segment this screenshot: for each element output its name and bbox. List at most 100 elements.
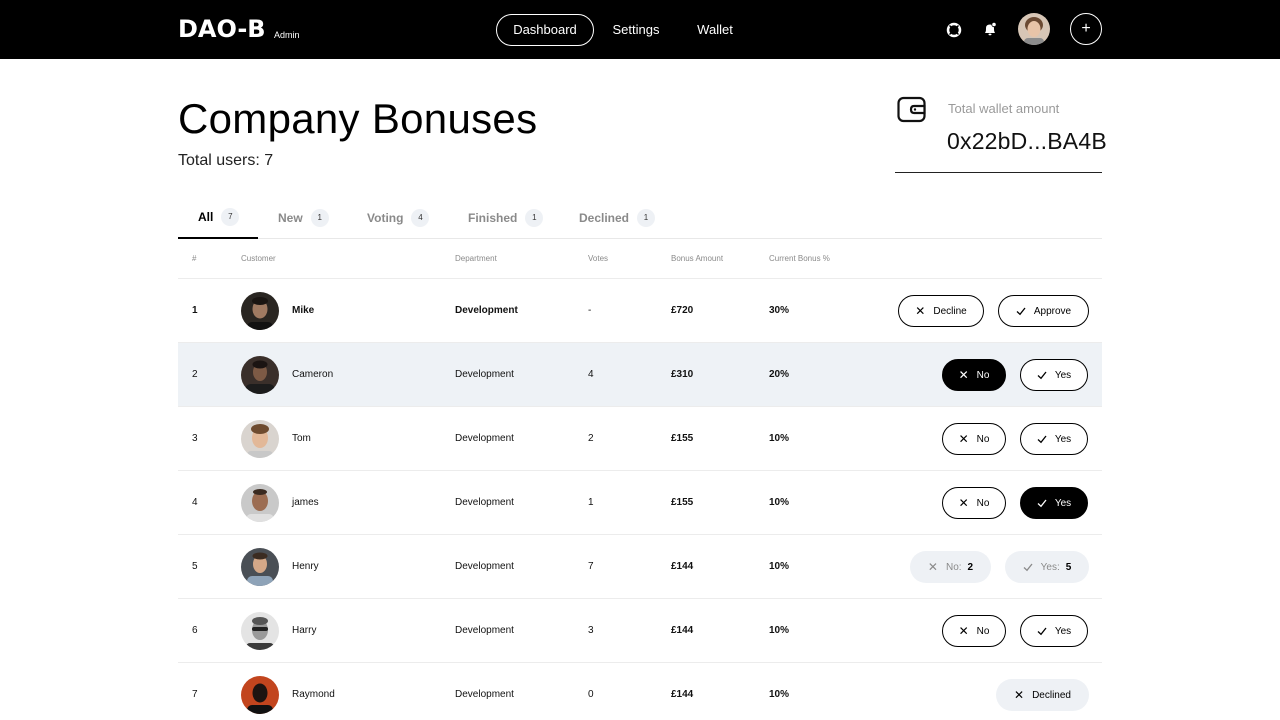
votes: 2 xyxy=(588,433,594,444)
total-users: Total users: 7 xyxy=(178,152,274,169)
bonus-amount: £155 xyxy=(671,433,694,444)
table-row[interactable]: 1 Mike Development - £720 30% ✕ Decline A… xyxy=(178,279,1102,343)
bonus-percent: 10% xyxy=(769,497,790,508)
close-icon: ✕ xyxy=(958,496,969,510)
button-label: No xyxy=(976,369,990,381)
button-label: Yes xyxy=(1054,369,1072,381)
customer-avatar xyxy=(241,420,279,458)
check-icon xyxy=(1037,499,1047,508)
button-label: Yes xyxy=(1054,625,1072,637)
close-icon: ✕ xyxy=(958,432,969,446)
approve-button[interactable]: Approve xyxy=(998,295,1089,327)
tab-label: All xyxy=(198,209,214,224)
department: Development xyxy=(455,561,514,572)
status-label: Declined xyxy=(1032,689,1071,701)
customer-avatar xyxy=(241,292,279,330)
button-label: Yes: xyxy=(1040,561,1060,573)
no-votes-count: ✕ No: 2 xyxy=(910,551,991,583)
table-row[interactable]: 2 Cameron Development 4 £310 20% ✕ No Yes xyxy=(178,343,1102,407)
customer-name: Harry xyxy=(292,625,317,636)
vote-no-button[interactable]: ✕ No xyxy=(942,359,1006,391)
wallet-divider xyxy=(895,172,1102,173)
votes: 4 xyxy=(588,369,594,380)
button-label: Yes xyxy=(1054,497,1072,509)
tab-finished[interactable]: Finished 1 xyxy=(448,196,559,239)
bonus-percent: 10% xyxy=(769,689,790,700)
tab-count-badge: 7 xyxy=(221,207,240,226)
button-label: No xyxy=(976,497,990,509)
nav-dashboard[interactable]: Dashboard xyxy=(496,14,594,46)
yes-votes-count: Yes: 5 xyxy=(1005,551,1089,583)
row-number: 5 xyxy=(192,561,198,572)
wallet-icon xyxy=(897,96,927,124)
tab-label: Finished xyxy=(468,210,518,225)
vote-count: 5 xyxy=(1065,561,1072,573)
bonus-percent: 20% xyxy=(769,369,790,380)
vote-yes-button[interactable]: Yes xyxy=(1020,615,1088,647)
customer-name: Tom xyxy=(292,433,311,444)
vote-yes-button[interactable]: Yes xyxy=(1020,487,1088,519)
close-icon: ✕ xyxy=(915,304,926,318)
row-number: 6 xyxy=(192,625,198,636)
tab-count-badge: 1 xyxy=(637,208,656,227)
column-header-customer: Customer xyxy=(241,254,276,263)
wallet-address[interactable]: 0x22bD...BA4B xyxy=(947,127,1107,155)
check-icon xyxy=(1037,627,1047,636)
close-icon: ✕ xyxy=(927,560,938,574)
customer-name: Cameron xyxy=(292,369,334,380)
table-row[interactable]: 3 Tom Development 2 £155 10% ✕ No Yes xyxy=(178,407,1102,471)
row-number: 3 xyxy=(192,433,198,444)
top-bar: DAO-B Admin Dashboard Settings Wallet + xyxy=(0,0,1280,59)
bonus-percent: 10% xyxy=(769,561,790,572)
notification-bell-icon[interactable] xyxy=(980,19,1000,39)
vote-yes-button[interactable]: Yes xyxy=(1020,359,1088,391)
declined-status: ✕ Declined xyxy=(996,679,1089,711)
customer-name: Raymond xyxy=(292,689,335,700)
table-row[interactable]: 5 Henry Development 7 £144 10% ✕ No: 2 Yes… xyxy=(178,535,1102,599)
logo[interactable]: DAO-B xyxy=(178,16,266,42)
bonus-percent: 10% xyxy=(769,433,790,444)
row-number: 7 xyxy=(192,689,198,700)
vote-no-button[interactable]: ✕ No xyxy=(942,615,1006,647)
nav-wallet[interactable]: Wallet xyxy=(688,14,742,46)
bonus-percent: 30% xyxy=(769,305,790,316)
vote-no-button[interactable]: ✕ No xyxy=(942,487,1006,519)
lifebuoy-icon[interactable] xyxy=(944,20,964,40)
customer-name: Henry xyxy=(292,561,319,572)
tab-count-badge: 4 xyxy=(411,208,430,227)
tab-declined[interactable]: Declined 1 xyxy=(559,196,669,239)
votes: 3 xyxy=(588,625,594,636)
add-button[interactable]: + xyxy=(1070,13,1102,45)
check-icon xyxy=(1037,435,1047,444)
check-icon xyxy=(1037,371,1047,380)
check-icon xyxy=(1023,563,1033,572)
button-label: Decline xyxy=(933,305,967,317)
filter-tabs: All 7 New 1 Voting 4 Finished 1 Declined… xyxy=(178,196,1102,239)
votes: 0 xyxy=(588,689,594,700)
table-row[interactable]: 6 Harry Development 3 £144 10% ✕ No Yes xyxy=(178,599,1102,663)
vote-no-button[interactable]: ✕ No xyxy=(942,423,1006,455)
tab-voting[interactable]: Voting 4 xyxy=(347,196,448,239)
tab-label: Declined xyxy=(579,210,630,225)
customer-avatar xyxy=(241,548,279,586)
table-row[interactable]: 7 Raymond Development 0 £144 10% ✕ Declin… xyxy=(178,663,1102,720)
tab-count-badge: 1 xyxy=(310,208,329,227)
vote-yes-button[interactable]: Yes xyxy=(1020,423,1088,455)
bonus-amount: £310 xyxy=(671,369,694,380)
tab-label: Voting xyxy=(367,210,404,225)
decline-button[interactable]: ✕ Decline xyxy=(898,295,984,327)
table-row[interactable]: 4 james Development 1 £155 10% ✕ No Yes xyxy=(178,471,1102,535)
row-number: 4 xyxy=(192,497,198,508)
column-header-number: # xyxy=(192,254,197,263)
tab-all[interactable]: All 7 xyxy=(178,196,258,239)
customer-name: james xyxy=(292,497,319,508)
nav-settings[interactable]: Settings xyxy=(604,14,668,46)
department: Development xyxy=(455,497,514,508)
customer-avatar xyxy=(241,356,279,394)
vote-count: 2 xyxy=(967,561,974,573)
logo-subtitle: Admin xyxy=(274,30,300,40)
user-avatar[interactable] xyxy=(1018,13,1050,45)
row-number: 2 xyxy=(192,369,198,380)
department: Development xyxy=(455,625,514,636)
tab-new[interactable]: New 1 xyxy=(258,196,347,239)
